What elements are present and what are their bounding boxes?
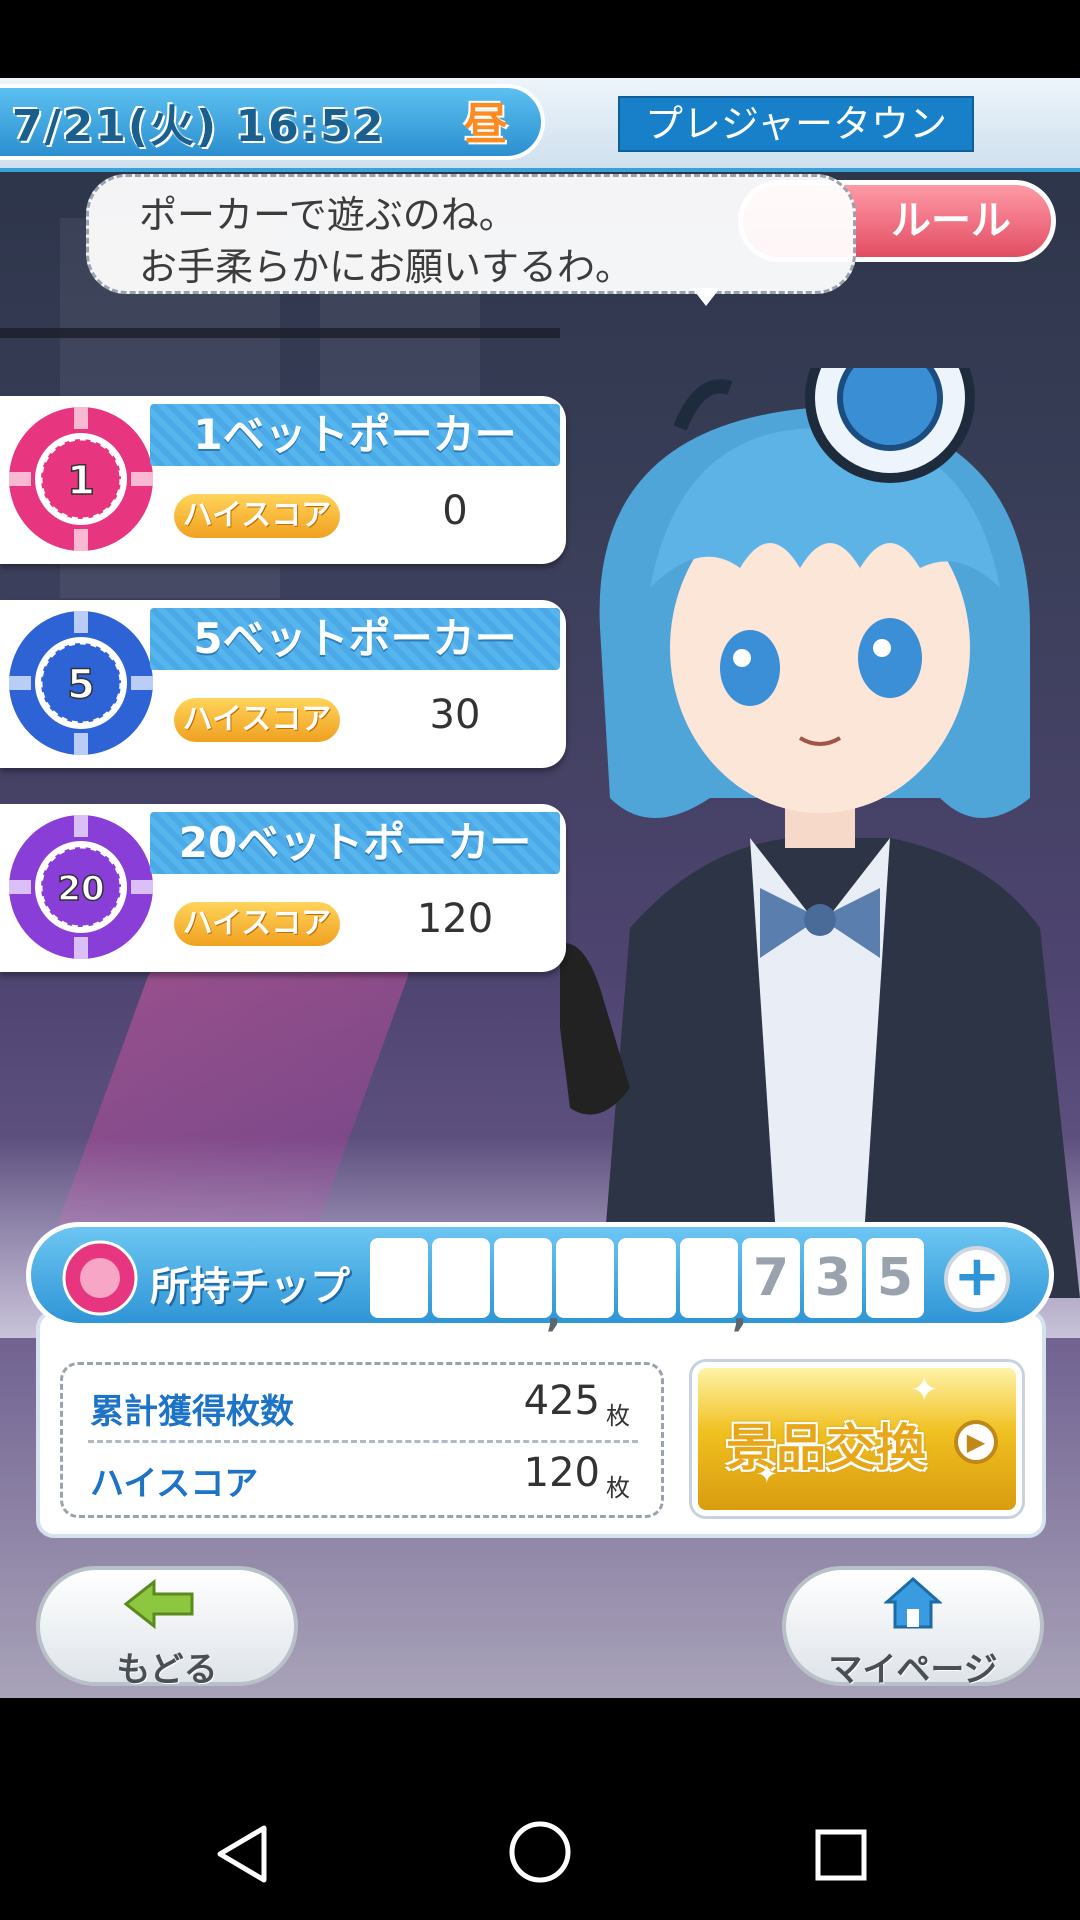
chip-1-label: 1 <box>67 458 95 504</box>
poker-mode-5bet[interactable]: 5 5ベットポーカー ハイスコア 30 <box>0 600 566 768</box>
location-label: プレジャータウン <box>618 96 974 152</box>
system-back-icon[interactable] <box>214 1824 270 1884</box>
poker-mode-title: 1ベットポーカー <box>150 404 560 466</box>
chip-digit <box>370 1238 428 1318</box>
highscore-badge: ハイスコア <box>174 902 340 946</box>
chip-5-icon: 5 <box>9 611 153 755</box>
chip-digit <box>680 1238 738 1318</box>
sparkle-icon: ✦ <box>910 1370 939 1410</box>
chip-20-label: 20 <box>57 869 104 909</box>
chip-digit <box>494 1238 552 1318</box>
highscore-value: 0 <box>442 488 468 534</box>
poker-mode-1bet[interactable]: 1 1ベットポーカー ハイスコア 0 <box>0 396 566 564</box>
chip-digit <box>556 1238 614 1318</box>
arrow-right-icon: ▶ <box>954 1420 998 1464</box>
highscore-value: 120 <box>416 896 494 942</box>
stats-highscore-value: 120 <box>523 1450 600 1496</box>
speech-line-2: お手柔らかにお願いするわ。 <box>139 245 634 289</box>
chip-20-icon: 20 <box>9 815 153 959</box>
speech-bubble: ポーカーで遊ぶのね。 お手柔らかにお願いするわ。 <box>86 174 856 294</box>
character-illustration <box>560 368 1080 1298</box>
chip-digit: 5 <box>866 1238 924 1318</box>
highscore-badge: ハイスコア <box>174 698 340 742</box>
total-earned-value: 425 <box>523 1378 600 1424</box>
back-arrow-icon <box>123 1578 194 1630</box>
owned-chips-label: 所持チップ <box>150 1264 350 1310</box>
total-earned-label: 累計獲得枚数 <box>90 1392 294 1432</box>
chip-1-icon: 1 <box>9 407 153 551</box>
chip-digit: 7 <box>742 1238 800 1318</box>
stats-divider <box>88 1440 638 1443</box>
chip-digit <box>432 1238 490 1318</box>
stats-highscore-label: ハイスコア <box>90 1464 259 1504</box>
home-icon <box>884 1576 942 1629</box>
poker-mode-20bet[interactable]: 20 20ベットポーカー ハイスコア 120 <box>0 804 566 972</box>
total-earned-unit: 枚 <box>606 1402 630 1430</box>
chip-digit: 3 <box>804 1238 862 1318</box>
datetime-text: 7/21(火) 16:52 <box>12 101 386 152</box>
stats-highscore-unit: 枚 <box>606 1474 630 1502</box>
highscore-value: 30 <box>429 692 481 738</box>
back-label: もどる <box>116 1650 218 1690</box>
mypage-label: マイページ <box>828 1650 998 1690</box>
chip-digit <box>618 1238 676 1318</box>
poker-mode-title: 5ベットポーカー <box>150 608 560 670</box>
system-home-icon[interactable] <box>508 1820 572 1884</box>
background-railing <box>0 328 560 338</box>
chip-icon <box>62 1240 138 1316</box>
speech-line-1: ポーカーで遊ぶのね。 <box>139 193 517 237</box>
chip-5-label: 5 <box>67 662 95 708</box>
daytime-indicator: 昼 <box>464 99 508 150</box>
system-nav-bar <box>0 1698 1080 1920</box>
speech-bubble-tail <box>692 288 720 306</box>
system-recents-icon[interactable] <box>814 1828 868 1882</box>
sparkle-icon: ✦ <box>756 1460 778 1490</box>
poker-mode-title: 20ベットポーカー <box>150 812 560 874</box>
highscore-badge: ハイスコア <box>174 494 340 538</box>
add-chips-button[interactable]: + <box>944 1246 1010 1312</box>
